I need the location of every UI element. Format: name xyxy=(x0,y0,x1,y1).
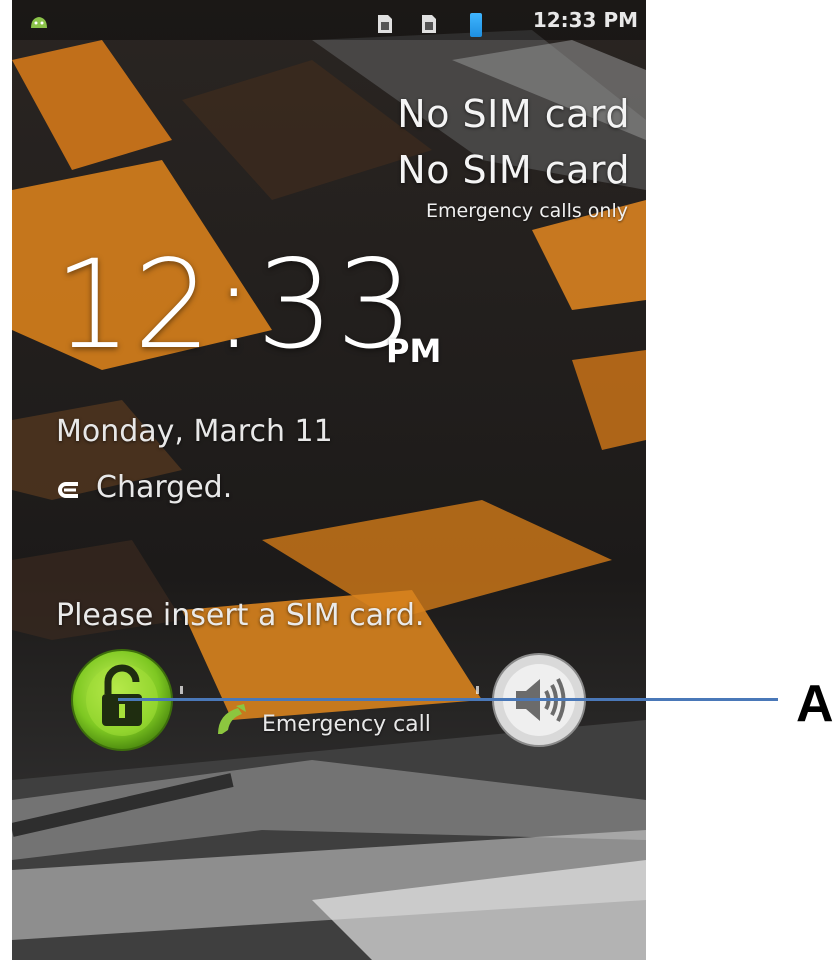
carrier-line-2: No SIM card xyxy=(397,148,630,192)
no-sim-icon xyxy=(378,15,392,33)
carrier-line-1: No SIM card xyxy=(397,92,630,136)
sim-message: Please insert a SIM card. xyxy=(56,598,425,633)
status-bar: 12:33 PM xyxy=(12,0,646,40)
charging-icon xyxy=(58,482,78,498)
lockscreen-date: Monday, March 11 xyxy=(56,414,333,449)
clock-ampm: PM xyxy=(386,332,442,370)
slider-track-tick xyxy=(180,686,183,694)
callout-label: A xyxy=(796,675,834,733)
emergency-call-label: Emergency call xyxy=(262,712,431,737)
emergency-only-text: Emergency calls only xyxy=(426,200,628,222)
phone-icon xyxy=(218,704,246,734)
battery-icon xyxy=(470,13,482,37)
phone-screen: 12:33 PM No SIM card No SIM card Emergen… xyxy=(12,0,646,960)
slider-track-tick xyxy=(476,686,479,694)
android-notification-icon xyxy=(31,17,47,28)
no-sim-icon xyxy=(422,15,436,33)
charging-text: Charged. xyxy=(96,470,233,505)
status-time: 12:33 PM xyxy=(532,8,638,32)
callout-line xyxy=(118,698,778,701)
lockscreen-clock: 12:33 xyxy=(54,234,416,376)
